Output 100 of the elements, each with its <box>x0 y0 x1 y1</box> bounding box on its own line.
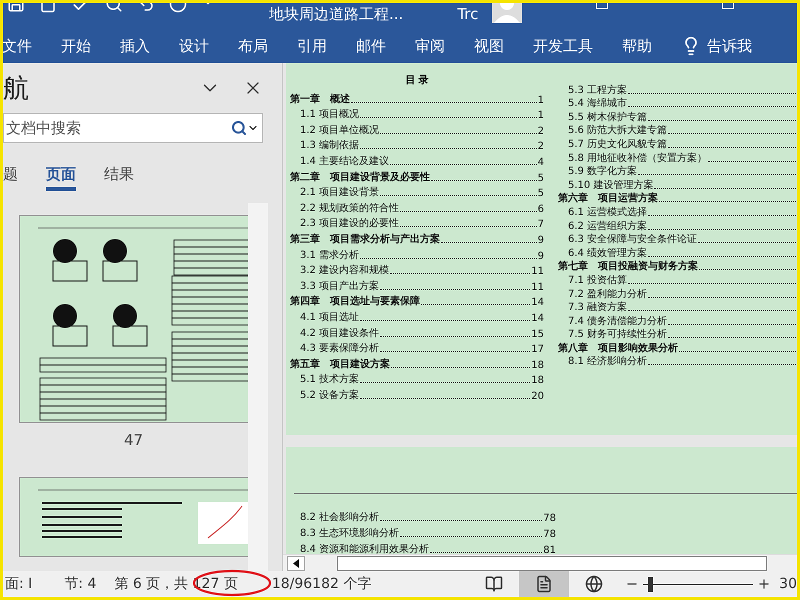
avatar-icon <box>492 3 522 23</box>
page-number: 2 <box>538 141 544 152</box>
toc-section: 7.1 投资估算 <box>568 272 628 287</box>
pane-title: 航 <box>3 72 30 106</box>
toc-section: 8.3 生态环境影响分析 <box>300 526 400 540</box>
toc-chapter: 第一章 概述 <box>290 92 350 106</box>
zoom-percent: 30 <box>779 576 797 592</box>
toc-chapter: 第七章 项目投融资与财务方案 <box>558 259 698 274</box>
toc-section: 1.1 项目概况 <box>300 107 360 122</box>
toc-section: 4.2 项目建设条件 <box>300 326 380 340</box>
page-number: 9 <box>538 250 544 262</box>
search-icon[interactable] <box>231 120 247 136</box>
user-name: Trc <box>457 5 478 23</box>
page-number: 5 <box>538 188 544 200</box>
ribbon-tab[interactable]: 帮助 <box>622 36 665 56</box>
pane-tab[interactable]: 结果 <box>104 163 134 191</box>
page-number: 9 <box>538 234 544 246</box>
toc-section: 5.4 海绵城市 <box>568 96 628 110</box>
toc-chapter: 第六章 项目运营方案 <box>558 191 658 206</box>
toc-section: 5.1 技术方案 <box>300 372 360 386</box>
page-number: 1 <box>538 94 544 106</box>
toc-section: 5.9 数字化方案 <box>568 164 638 178</box>
toc-title: 目 录 <box>404 74 430 88</box>
toc-section: 2.1 项目建设背景 <box>300 185 380 200</box>
web-layout-icon <box>585 575 604 593</box>
toc-section: 2.2 规划政策的符合性 <box>300 200 400 215</box>
toc-section: 6.4 绩效管理方案 <box>568 246 648 260</box>
section-status: 节: 4 <box>64 575 96 593</box>
zoom-thumb[interactable] <box>648 576 653 592</box>
page-number: 5 <box>538 172 544 184</box>
horizontal-scrollbar[interactable] <box>283 554 797 571</box>
toc-section: 5.3 工程方案 <box>568 82 628 97</box>
page-number: 20 <box>531 390 544 402</box>
window-title: 地块周边道路工程... <box>269 5 404 24</box>
page-number: 14 <box>531 297 544 308</box>
toc-section: 7.4 债务清偿能力分析 <box>568 314 668 328</box>
search-field[interactable]: 文档中搜索 <box>3 113 263 143</box>
page-number: 78 <box>543 529 556 540</box>
toc-chapter: 第三章 项目需求分析与产出方案 <box>290 232 440 246</box>
toc-section: 6.3 安全保障与安全条件论证 <box>568 232 698 246</box>
toc-section: 5.8 用地征收补偿（安置方案） <box>568 150 708 165</box>
ribbon-tab[interactable]: 审阅 <box>415 36 458 56</box>
page-number: 47 <box>122 431 144 449</box>
page-number: 7 <box>538 219 544 230</box>
scroll-thumb[interactable] <box>337 556 767 570</box>
page-number: 17 <box>531 344 544 356</box>
page-number: 18 <box>531 360 544 371</box>
toc-section: 4.1 项目选址 <box>300 310 360 324</box>
ribbon-tab[interactable]: 布局 <box>238 36 281 56</box>
toc-section: 1.4 主要结论及建议 <box>300 154 390 168</box>
toc-section: 6.1 运营模式选择 <box>568 204 648 219</box>
page-number: 18 <box>531 375 544 386</box>
toc-section: 3.1 需求分析 <box>300 248 360 262</box>
page-thumbnail[interactable] <box>19 477 248 557</box>
toc-section: 8.1 经济影响分析 <box>568 354 648 368</box>
page-number: 81 <box>543 545 556 554</box>
page-number: 11 <box>531 282 544 293</box>
page-number: 1 <box>538 110 544 122</box>
left-triangle-icon <box>293 558 299 568</box>
read-mode-icon <box>485 575 504 593</box>
ribbon-tab[interactable]: 引用 <box>297 36 340 56</box>
toc-section: 4.3 要素保障分析 <box>300 341 380 356</box>
toc-section: 2.3 项目建设的必要性 <box>300 216 400 230</box>
page-number: 14 <box>531 312 544 324</box>
ribbon-tab[interactable]: 视图 <box>474 36 517 56</box>
toc-section: 5.2 设备方案 <box>300 388 360 402</box>
toc-section: 3.2 建设内容和规模 <box>300 263 390 278</box>
toc-section: 8.2 社会影响分析 <box>300 510 380 524</box>
ribbon-tab[interactable]: 设计 <box>179 36 222 56</box>
toc-section: 7.5 财务可持续性分析 <box>568 327 668 342</box>
toc-section: 8.4 资源和能源利用效果分析 <box>300 542 430 554</box>
ribbon-tab[interactable]: 插入 <box>120 36 163 56</box>
ribbon-tab[interactable]: 开始 <box>61 36 104 56</box>
pane-tab[interactable]: 题 <box>3 163 18 191</box>
tell-me-search[interactable]: 告诉我 <box>707 36 752 56</box>
page-number: 15 <box>531 328 544 340</box>
pane-tab[interactable]: 页面 <box>46 163 76 191</box>
zoom-in-icon[interactable] <box>757 577 772 591</box>
toc-section: 3.3 项目产出方案 <box>300 278 380 293</box>
toc-section: 1.2 项目单位概况 <box>300 122 380 137</box>
page-number: 11 <box>531 266 544 278</box>
ribbon-tab[interactable]: 开发工具 <box>533 36 606 56</box>
toc-chapter: 第二章 项目建设背景及必要性 <box>290 170 430 184</box>
toc-chapter: 第八章 项目影响效果分析 <box>558 341 678 355</box>
toc-section: 1.3 编制依据 <box>300 138 360 152</box>
view-button[interactable] <box>519 571 570 597</box>
page-number: 6 <box>538 204 544 215</box>
ribbon-tab[interactable]: 邮件 <box>356 36 399 56</box>
toc-chapter: 第五章 项目建设方案 <box>290 357 390 371</box>
toc-section: 7.3 融资方案 <box>568 300 628 314</box>
scroll-track[interactable] <box>248 203 268 571</box>
toc-section: 5.7 历史文化风貌专篇 <box>568 136 668 151</box>
page-number: 2 <box>538 126 544 137</box>
print-layout-icon <box>535 575 554 593</box>
page-number: 4 <box>538 156 544 168</box>
toc-section: 5.5 树木保护专篇 <box>568 110 648 124</box>
page-number: 78 <box>543 513 556 524</box>
page-status: 面: I <box>5 575 32 593</box>
toc-section: 6.2 运营组织方案 <box>568 218 648 233</box>
word-count: 18/96182 个字 <box>272 575 372 593</box>
